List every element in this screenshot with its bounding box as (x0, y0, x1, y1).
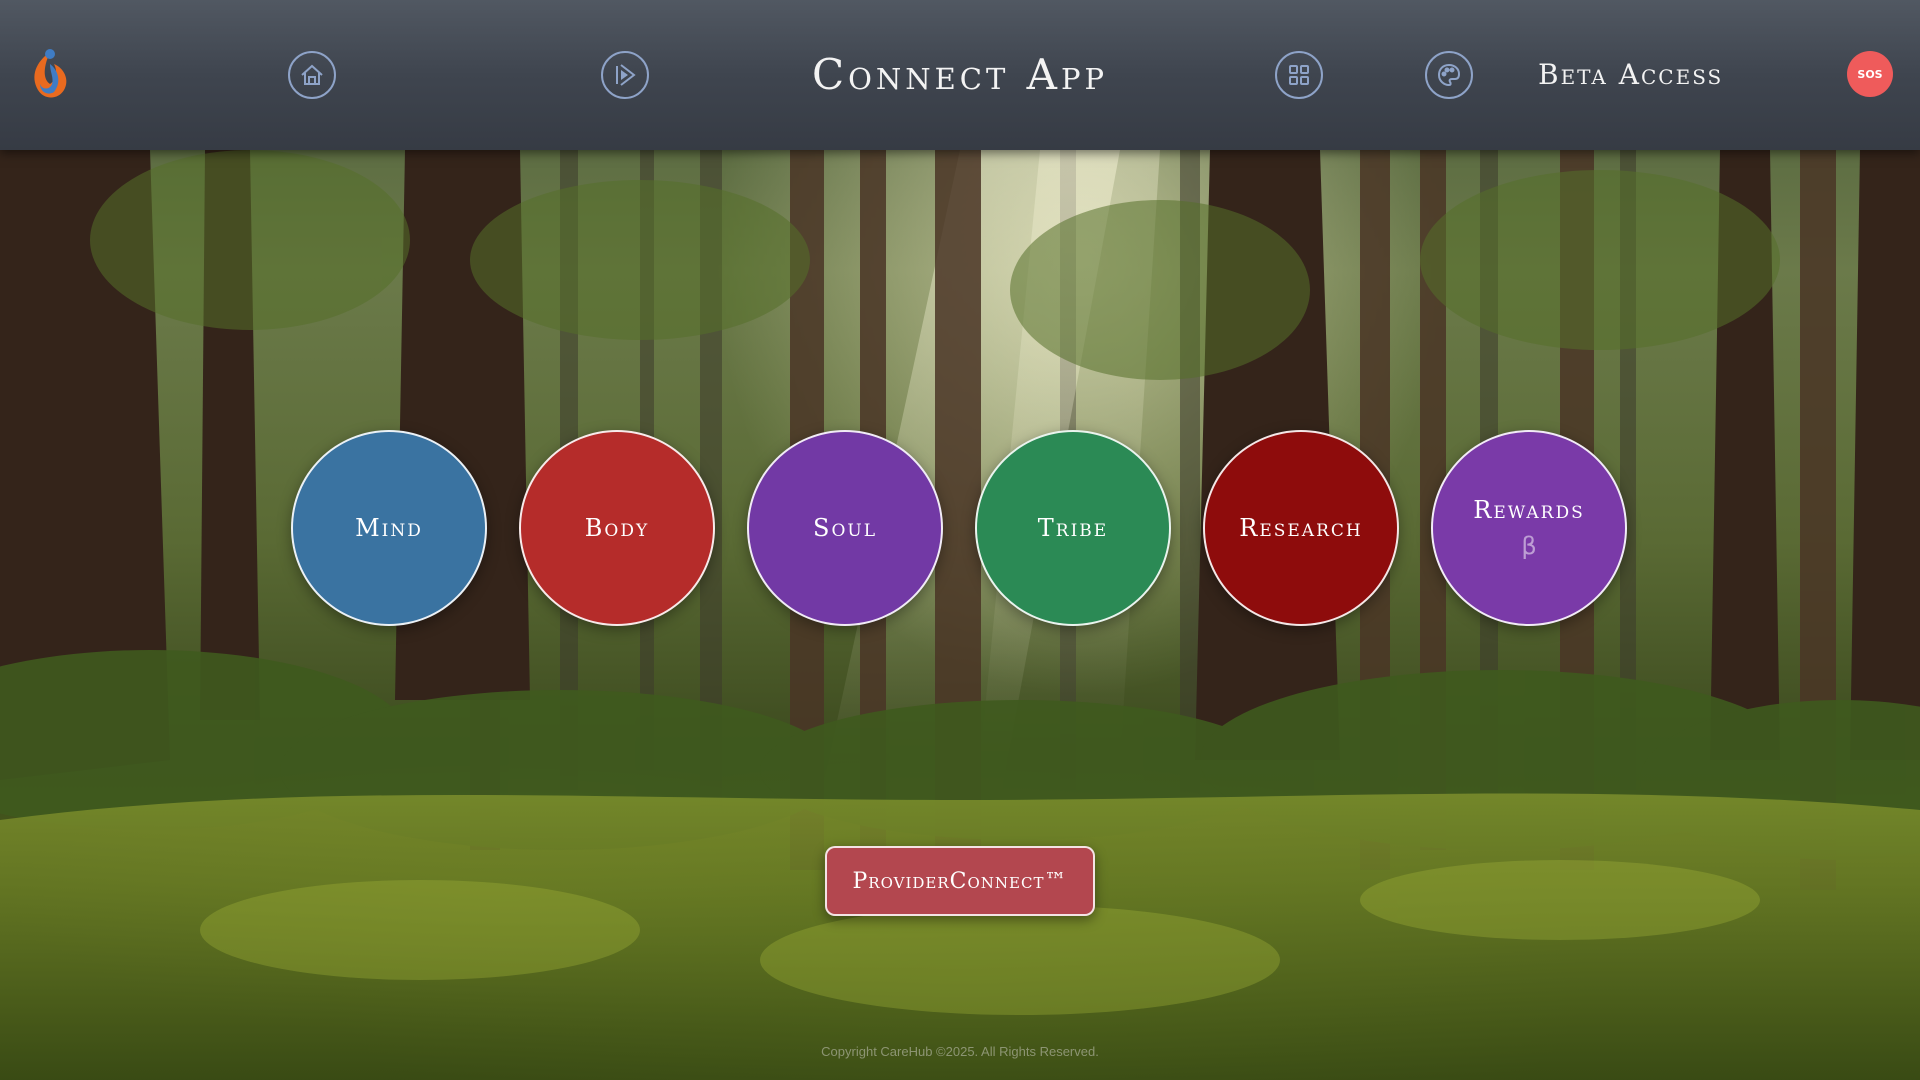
app-logo-icon[interactable] (24, 44, 76, 104)
page-title: Connect App (811, 50, 1109, 99)
rewards-button[interactable]: Rewards β (1431, 430, 1627, 626)
provider-connect-button[interactable]: ProviderConnect™ (825, 846, 1095, 916)
body-label: Body (584, 514, 650, 542)
body-button[interactable]: Body (519, 430, 715, 626)
research-label: Research (1239, 514, 1363, 542)
rewards-beta-badge: β (1521, 532, 1537, 560)
top-bar: Connect App Beta Access SOS (0, 0, 1920, 150)
palette-icon[interactable] (1425, 51, 1473, 99)
grid-icon[interactable] (1275, 51, 1323, 99)
tribe-button[interactable]: Tribe (975, 430, 1171, 626)
sos-button[interactable]: SOS (1847, 51, 1893, 97)
category-circles: Mind Body Soul Tribe Research Rewards β (0, 430, 1920, 630)
copyright-text: Copyright CareHub ©2025. All Rights Rese… (821, 1044, 1099, 1059)
mind-label: Mind (355, 514, 423, 542)
research-button[interactable]: Research (1203, 430, 1399, 626)
beta-access-link[interactable]: Beta Access (1538, 58, 1723, 91)
tribe-label: Tribe (1037, 514, 1109, 542)
soul-button[interactable]: Soul (747, 430, 943, 626)
forward-icon[interactable] (601, 51, 649, 99)
app-root: Connect App Beta Access SOS Mind Body So… (0, 0, 1920, 1080)
mind-button[interactable]: Mind (291, 430, 487, 626)
soul-label: Soul (813, 514, 877, 542)
rewards-label: Rewards (1473, 496, 1585, 524)
home-icon[interactable] (288, 51, 336, 99)
